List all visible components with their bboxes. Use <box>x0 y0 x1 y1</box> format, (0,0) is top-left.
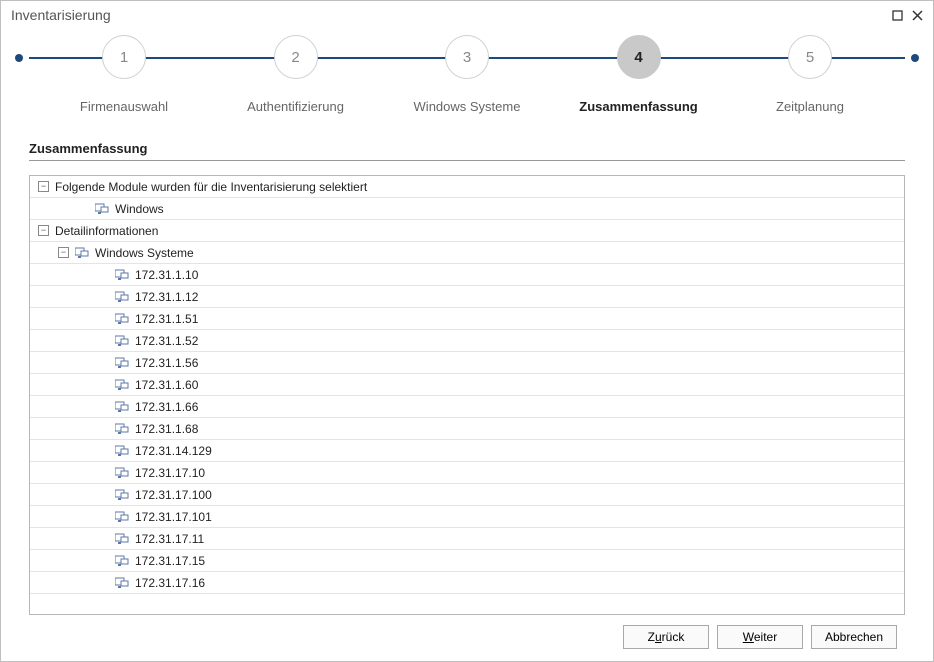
tree-row-label: 172.31.1.56 <box>135 356 198 370</box>
tree-row-label: 172.31.1.10 <box>135 268 198 282</box>
tree-row-label: Folgende Module wurden für die Inventari… <box>55 180 367 194</box>
collapse-icon[interactable]: − <box>38 181 49 192</box>
tree-scroll-area[interactable]: −Folgende Module wurden für die Inventar… <box>30 176 904 614</box>
step-3[interactable]: 3 Windows Systeme <box>392 35 542 114</box>
tree-row[interactable]: 172.31.1.66 <box>30 396 904 418</box>
step-label: Authentifizierung <box>247 99 344 114</box>
tree-row[interactable]: −Detailinformationen <box>30 220 904 242</box>
tree-row-label: 172.31.1.51 <box>135 312 198 326</box>
computer-icon <box>115 489 129 501</box>
tree-row-label: Detailinformationen <box>55 224 158 238</box>
step-circle: 5 <box>788 35 832 79</box>
computer-icon <box>115 555 129 567</box>
summary-tree: −Folgende Module wurden für die Inventar… <box>29 175 905 615</box>
tree-row[interactable]: −Folgende Module wurden für die Inventar… <box>30 176 904 198</box>
computer-icon <box>115 379 129 391</box>
tree-row-label: 172.31.1.52 <box>135 334 198 348</box>
tree-row-label: Windows <box>115 202 164 216</box>
section-title: Zusammenfassung <box>29 141 905 156</box>
tree-row[interactable]: − Windows Systeme <box>30 242 904 264</box>
tree-row-label: Windows Systeme <box>95 246 194 260</box>
tree-row-label: 172.31.1.60 <box>135 378 198 392</box>
computer-icon <box>115 445 129 457</box>
tree-row[interactable]: 172.31.17.16 <box>30 572 904 594</box>
tree-row-label: 172.31.1.12 <box>135 290 198 304</box>
step-circle: 4 <box>617 35 661 79</box>
section-divider <box>29 160 905 161</box>
computer-icon <box>115 269 129 281</box>
tree-row[interactable]: 172.31.1.52 <box>30 330 904 352</box>
tree-row-label: 172.31.1.66 <box>135 400 198 414</box>
close-icon <box>912 10 923 21</box>
computer-icon <box>115 511 129 523</box>
step-1[interactable]: 1 Firmenauswahl <box>49 35 199 114</box>
computer-icon <box>115 291 129 303</box>
tree-row-label: 172.31.17.16 <box>135 576 205 590</box>
computer-icon <box>115 533 129 545</box>
wizard-button-row: Zurück Weiter Abbrechen <box>29 615 905 649</box>
wizard-content: 1 Firmenauswahl 2 Authentifizierung 3 Windows… <box>1 29 933 661</box>
tree-row-label: 172.31.14.129 <box>135 444 212 458</box>
computer-icon <box>75 247 89 259</box>
tree-row-label: 172.31.1.68 <box>135 422 198 436</box>
titlebar: Inventarisierung <box>1 1 933 29</box>
stepper: 1 Firmenauswahl 2 Authentifizierung 3 Windows… <box>29 35 905 127</box>
tree-row[interactable]: 172.31.14.129 <box>30 440 904 462</box>
collapse-icon[interactable]: − <box>58 247 69 258</box>
step-label: Firmenauswahl <box>80 99 168 114</box>
tree-row[interactable]: 172.31.1.60 <box>30 374 904 396</box>
tree-row[interactable]: 172.31.17.10 <box>30 462 904 484</box>
computer-icon <box>115 423 129 435</box>
close-button[interactable] <box>907 5 927 25</box>
step-circle: 3 <box>445 35 489 79</box>
maximize-icon <box>892 10 903 21</box>
window-title: Inventarisierung <box>11 7 887 23</box>
tree-row[interactable]: 172.31.1.10 <box>30 264 904 286</box>
computer-icon <box>115 313 129 325</box>
step-label: Zeitplanung <box>776 99 844 114</box>
tree-row[interactable]: 172.31.1.56 <box>30 352 904 374</box>
tree-row[interactable]: 172.31.1.51 <box>30 308 904 330</box>
step-2[interactable]: 2 Authentifizierung <box>221 35 371 114</box>
step-circle: 2 <box>274 35 318 79</box>
computer-icon <box>115 401 129 413</box>
back-button[interactable]: Zurück <box>623 625 709 649</box>
step-5[interactable]: 5 Zeitplanung <box>735 35 885 114</box>
collapse-icon[interactable]: − <box>38 225 49 236</box>
tree-row-label: 172.31.17.100 <box>135 488 212 502</box>
tree-row-label: 172.31.17.15 <box>135 554 205 568</box>
tree-row-label: 172.31.17.10 <box>135 466 205 480</box>
step-4[interactable]: 4 Zusammenfassung <box>564 35 714 114</box>
tree-row-label: 172.31.17.101 <box>135 510 212 524</box>
tree-row[interactable]: 172.31.1.12 <box>30 286 904 308</box>
computer-icon <box>115 577 129 589</box>
computer-icon <box>95 203 109 215</box>
computer-icon <box>115 467 129 479</box>
cancel-button[interactable]: Abbrechen <box>811 625 897 649</box>
step-label: Windows Systeme <box>414 99 521 114</box>
tree-row[interactable]: 172.31.17.15 <box>30 550 904 572</box>
step-label: Zusammenfassung <box>579 99 697 114</box>
tree-row-label: 172.31.17.11 <box>135 532 204 546</box>
tree-row[interactable]: 172.31.17.101 <box>30 506 904 528</box>
next-button[interactable]: Weiter <box>717 625 803 649</box>
tree-row[interactable]: Windows <box>30 198 904 220</box>
maximize-button[interactable] <box>887 5 907 25</box>
computer-icon <box>115 357 129 369</box>
inventory-wizard-window: Inventarisierung 1 Firmenauswahl 2 Authenti… <box>0 0 934 662</box>
step-circle: 1 <box>102 35 146 79</box>
computer-icon <box>115 335 129 347</box>
tree-row[interactable]: 172.31.17.100 <box>30 484 904 506</box>
tree-row[interactable]: 172.31.17.11 <box>30 528 904 550</box>
tree-row[interactable]: 172.31.1.68 <box>30 418 904 440</box>
